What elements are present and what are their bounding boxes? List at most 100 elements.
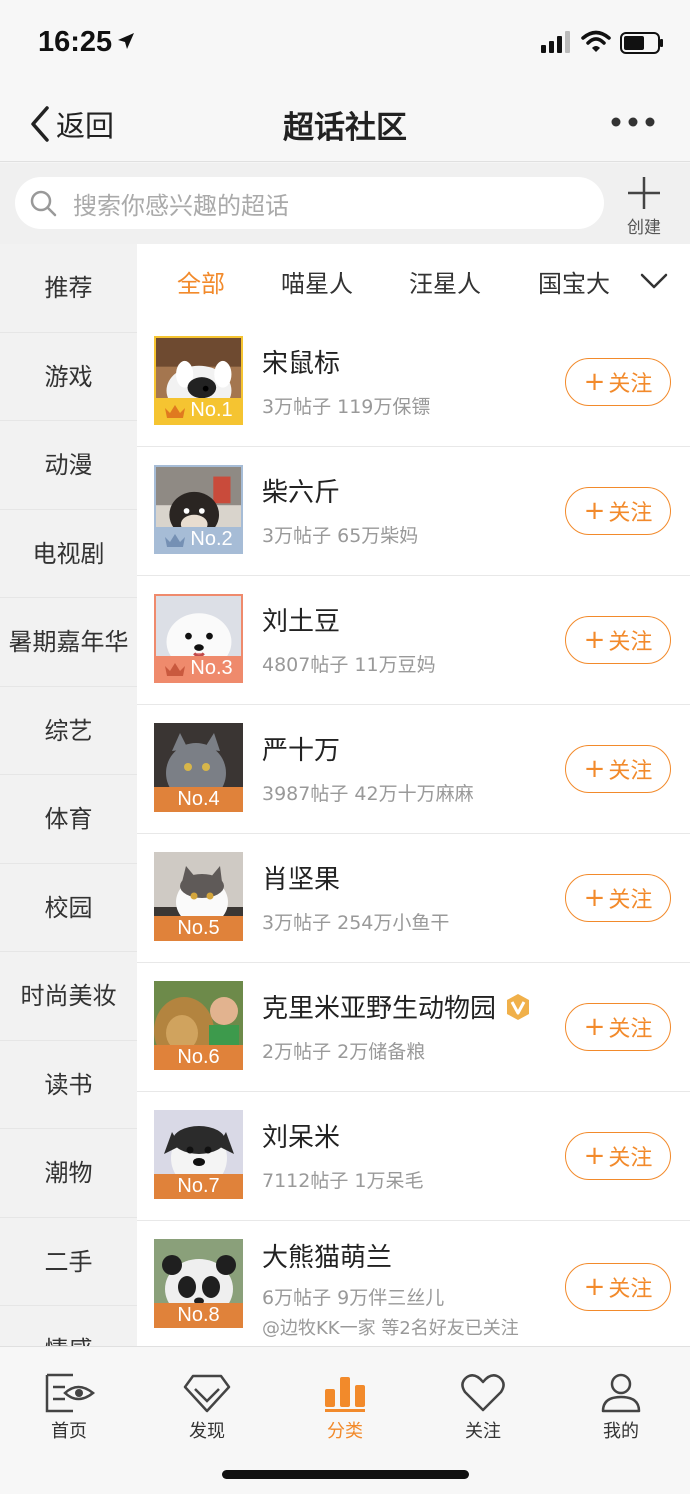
tab-discover[interactable]: 发现	[157, 1373, 257, 1443]
status-bar: 16:25	[0, 0, 690, 84]
item-meta: 3987帖子 42万十万麻麻	[262, 783, 474, 805]
more-icon[interactable]	[610, 116, 656, 128]
list-item[interactable]: No.7 刘呆米 7112帖子 1万呆毛 + 关注	[137, 1092, 690, 1221]
avatar: No.7	[154, 1110, 243, 1199]
battery-icon	[620, 32, 663, 54]
list-item[interactable]: No.2 柴六斤 3万帖子 65万柴妈 + 关注	[137, 447, 690, 576]
list-item[interactable]: No.1 宋鼠标 3万帖子 119万保镖 + 关注	[137, 318, 690, 447]
category-sidebar: 推荐 游戏 动漫 电视剧 暑期嘉年华 综艺 体育 校园 时尚美妆 读书 潮物 二…	[0, 244, 137, 1346]
plus-icon: +	[583, 754, 606, 784]
home-eye-icon	[45, 1373, 95, 1413]
chevron-down-icon[interactable]	[640, 272, 668, 290]
plus-icon: +	[583, 883, 606, 913]
search-row: 搜索你感兴趣的超话 创建	[0, 163, 690, 244]
follow-button[interactable]: + 关注	[565, 1003, 671, 1051]
avatar: No.8	[154, 1239, 243, 1328]
bar-chart-icon	[325, 1377, 365, 1412]
sidebar-item-games[interactable]: 游戏	[0, 333, 137, 421]
content-panel: 全部 喵星人 汪星人 国宝大 No.1 宋鼠标 3万帖子 119万保镖 + 关注…	[137, 244, 690, 1346]
tab-follow[interactable]: 关注	[433, 1373, 533, 1443]
sidebar-item-reading[interactable]: 读书	[0, 1041, 137, 1129]
rank-label: No.4	[177, 788, 220, 810]
list-item[interactable]: No.3 刘土豆 4807帖子 11万豆妈 + 关注	[137, 576, 690, 705]
list-item[interactable]: No.6 克里米亚野生动物园 2万帖子 2万储备粮 + 关注	[137, 963, 690, 1092]
rank-label: No.2	[190, 528, 233, 550]
item-meta: 6万帖子 9万伴三丝儿	[262, 1287, 445, 1309]
tab-label: 我的	[603, 1421, 639, 1442]
diamond-icon	[183, 1374, 231, 1413]
follow-button[interactable]: + 关注	[565, 874, 671, 922]
item-name: 肖坚果	[262, 865, 341, 895]
sidebar-item-trendy[interactable]: 潮物	[0, 1129, 137, 1218]
follow-button[interactable]: + 关注	[565, 1263, 671, 1311]
follow-button[interactable]: + 关注	[565, 358, 671, 406]
wifi-icon	[581, 30, 611, 52]
item-meta: 3万帖子 119万保镖	[262, 396, 431, 418]
friends-followed: @边牧KK一家 等2名好友已关注	[262, 1318, 519, 1339]
rank-label: No.3	[190, 657, 233, 679]
rank-label: No.8	[177, 1304, 220, 1326]
follow-button[interactable]: + 关注	[565, 745, 671, 793]
cellular-signal-icon	[541, 31, 570, 53]
plus-icon: +	[583, 625, 606, 655]
tab-profile[interactable]: 我的	[571, 1373, 671, 1443]
item-meta: 3万帖子 65万柴妈	[262, 525, 419, 547]
rank-badge: No.2	[156, 527, 241, 552]
tab-dogs[interactable]: 汪星人	[409, 264, 481, 299]
plus-icon	[628, 177, 660, 209]
sidebar-item-recommend[interactable]: 推荐	[0, 244, 137, 333]
tab-label: 关注	[465, 1421, 501, 1442]
item-name: 严十万	[262, 736, 341, 766]
rank-badge: No.3	[156, 656, 241, 681]
item-meta: 4807帖子 11万豆妈	[262, 654, 436, 676]
list-item[interactable]: No.5 肖坚果 3万帖子 254万小鱼干 + 关注	[137, 834, 690, 963]
sidebar-item-campus[interactable]: 校园	[0, 864, 137, 952]
tab-pandas[interactable]: 国宝大	[538, 264, 610, 299]
location-arrow-icon	[118, 33, 134, 49]
list-item[interactable]: No.4 严十万 3987帖子 42万十万麻麻 + 关注	[137, 705, 690, 834]
item-meta: 7112帖子 1万呆毛	[262, 1170, 424, 1192]
avatar: No.1	[154, 336, 243, 425]
tab-label: 分类	[327, 1421, 363, 1442]
sidebar-item-fashion-beauty[interactable]: 时尚美妆	[0, 952, 137, 1041]
rank-badge: No.7	[154, 1174, 243, 1199]
status-time: 16:25	[38, 26, 113, 58]
plus-icon: +	[583, 367, 606, 397]
home-indicator	[222, 1470, 469, 1479]
verified-badge-icon	[507, 993, 530, 1020]
tab-category[interactable]: 分类	[295, 1373, 395, 1443]
follow-button[interactable]: + 关注	[565, 616, 671, 664]
page-title: 超话社区	[283, 110, 407, 146]
item-name: 刘呆米	[262, 1123, 341, 1153]
list-item[interactable]: No.8 大熊猫萌兰 6万帖子 9万伴三丝儿 @边牧KK一家 等2名好友已关注 …	[137, 1221, 690, 1346]
rank-label: No.7	[177, 1175, 220, 1197]
crown-icon	[165, 662, 186, 676]
sidebar-item-emotion[interactable]: 情感	[0, 1306, 137, 1346]
sidebar-item-second-hand[interactable]: 二手	[0, 1218, 137, 1306]
avatar: No.6	[154, 981, 243, 1070]
follow-button[interactable]: + 关注	[565, 1132, 671, 1180]
plus-icon: +	[583, 1141, 606, 1171]
crown-icon	[165, 533, 186, 547]
tab-label: 发现	[189, 1421, 225, 1442]
tab-home[interactable]: 首页	[19, 1373, 119, 1443]
search-placeholder: 搜索你感兴趣的超话	[73, 191, 289, 220]
item-name: 克里米亚野生动物园	[262, 988, 532, 1025]
rank-label: No.5	[177, 917, 220, 939]
sidebar-item-sports[interactable]: 体育	[0, 775, 137, 864]
create-button[interactable]: 创建	[618, 175, 670, 238]
item-name: 大熊猫萌兰	[262, 1243, 393, 1273]
sidebar-item-tv-series[interactable]: 电视剧	[0, 510, 137, 598]
rank-badge: No.4	[154, 787, 243, 812]
tab-cats[interactable]: 喵星人	[281, 264, 353, 299]
nav-bar: 返回 超话社区	[0, 84, 690, 162]
sidebar-item-variety[interactable]: 综艺	[0, 687, 137, 775]
sidebar-item-summer-carnival[interactable]: 暑期嘉年华	[0, 598, 137, 687]
search-input[interactable]: 搜索你感兴趣的超话	[15, 177, 604, 229]
follow-button[interactable]: + 关注	[565, 487, 671, 535]
avatar: No.5	[154, 852, 243, 941]
category-tabs: 全部 喵星人 汪星人 国宝大	[137, 244, 690, 318]
sidebar-item-anime[interactable]: 动漫	[0, 421, 137, 510]
tab-all[interactable]: 全部	[177, 264, 225, 299]
avatar: No.2	[154, 465, 243, 554]
